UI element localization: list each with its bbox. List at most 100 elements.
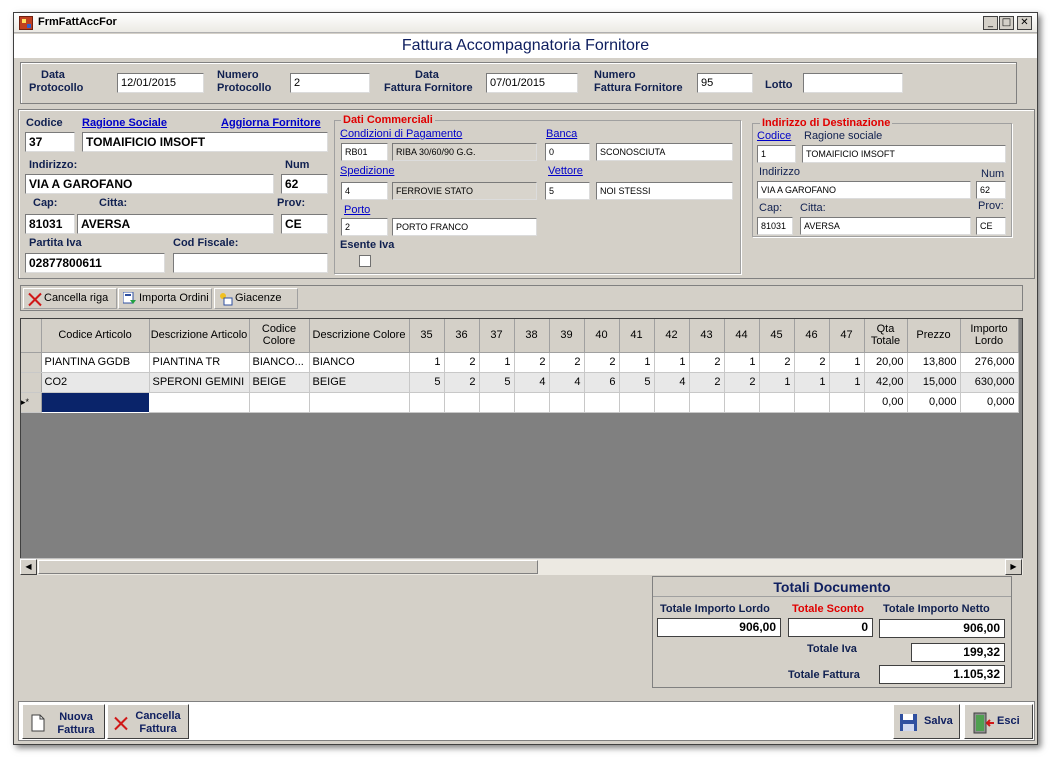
table-cell[interactable]: 13,800 <box>907 352 961 373</box>
table-cell[interactable]: 1 <box>829 372 865 393</box>
table-row[interactable]: CO2 SPERONI GEMINI BEIGE BEIGE 5 2 5 4 4 6 5 4 2 2 1 1 1… <box>21 372 1019 393</box>
column-header[interactable]: 40 <box>584 319 620 353</box>
table-cell[interactable]: PIANTINA GGDB <box>41 352 150 373</box>
data-protocollo-input[interactable]: 12/01/2015 <box>117 73 204 93</box>
table-cell[interactable]: 1 <box>619 352 655 373</box>
esente-iva-checkbox[interactable] <box>359 255 371 267</box>
row-header[interactable]: ▸* <box>21 392 42 413</box>
table-cell[interactable]: 1 <box>479 352 515 373</box>
table-cell[interactable]: 2 <box>584 352 620 373</box>
articles-grid[interactable]: Codice Articolo Descrizione Articolo Codic… <box>20 318 1023 575</box>
table-cell[interactable] <box>654 392 690 413</box>
table-cell[interactable]: 1 <box>654 352 690 373</box>
table-cell[interactable]: 4 <box>549 372 585 393</box>
cap-input[interactable]: 81031 <box>25 214 75 234</box>
column-header[interactable]: 36 <box>444 319 480 353</box>
table-row[interactable]: PIANTINA GGDB PIANTINA TR BIANCO... BIANCO 1… <box>21 352 1019 373</box>
table-cell[interactable]: 2 <box>444 352 480 373</box>
dest-codice-input[interactable]: 1 <box>757 145 796 163</box>
table-cell[interactable]: 0,00 <box>864 392 908 413</box>
table-cell[interactable]: BEIGE <box>249 372 310 393</box>
table-cell[interactable]: 15,000 <box>907 372 961 393</box>
table-cell[interactable] <box>40 391 150 413</box>
table-cell[interactable]: 5 <box>409 372 445 393</box>
table-cell[interactable] <box>249 392 310 413</box>
partita-iva-input[interactable]: 02877800611 <box>25 253 165 273</box>
banca-link[interactable]: Banca <box>546 128 577 140</box>
importa-ordini-button[interactable]: Importa Ordini <box>118 288 212 309</box>
nuova-fattura-button[interactable]: Nuova Fattura <box>22 704 105 739</box>
dest-prov-input[interactable]: CE <box>976 217 1006 235</box>
column-header[interactable]: 47 <box>829 319 865 353</box>
dest-ragione-input[interactable]: TOMAIFICIO IMSOFT <box>802 145 1006 163</box>
vettore-code-input[interactable]: 5 <box>545 182 590 200</box>
table-cell[interactable] <box>514 392 550 413</box>
table-cell[interactable]: 2 <box>689 352 725 373</box>
table-cell[interactable]: 6 <box>584 372 620 393</box>
cod-fiscale-input[interactable] <box>173 253 328 273</box>
column-header[interactable]: 37 <box>479 319 515 353</box>
column-header[interactable]: 45 <box>759 319 795 353</box>
table-cell[interactable]: BIANCO <box>309 352 410 373</box>
lotto-input[interactable] <box>803 73 903 93</box>
table-cell[interactable]: 2 <box>514 352 550 373</box>
dest-cap-input[interactable]: 81031 <box>757 217 793 235</box>
table-cell[interactable] <box>149 392 250 413</box>
table-cell[interactable]: 2 <box>689 372 725 393</box>
column-header[interactable]: Qta Totale <box>864 319 908 353</box>
numero-protocollo-input[interactable]: 2 <box>290 73 370 93</box>
table-cell[interactable]: 1 <box>794 372 830 393</box>
table-cell[interactable] <box>309 392 410 413</box>
codice-fornitore-input[interactable]: 37 <box>25 132 75 152</box>
table-cell[interactable] <box>829 392 865 413</box>
banca-code-input[interactable]: 0 <box>545 143 590 161</box>
column-header[interactable]: Codice Colore <box>249 319 310 353</box>
spedizione-link[interactable]: Spedizione <box>340 165 394 177</box>
horizontal-scrollbar[interactable]: ◀ ▶ <box>20 558 1023 575</box>
table-cell[interactable]: 0,000 <box>907 392 961 413</box>
table-cell[interactable]: 4 <box>514 372 550 393</box>
table-cell[interactable] <box>479 392 515 413</box>
table-cell[interactable]: 2 <box>444 372 480 393</box>
table-cell[interactable]: 5 <box>479 372 515 393</box>
cancella-fattura-button[interactable]: Cancella Fattura <box>107 704 189 739</box>
esci-button[interactable]: Esci <box>964 704 1033 739</box>
table-cell[interactable]: 2 <box>759 352 795 373</box>
table-cell[interactable]: 42,00 <box>864 372 908 393</box>
scroll-left-arrow-icon[interactable]: ◀ <box>20 559 37 575</box>
dest-codice-link[interactable]: Codice <box>757 130 791 142</box>
table-cell[interactable] <box>759 392 795 413</box>
table-cell[interactable]: 1 <box>724 352 760 373</box>
column-header[interactable]: 46 <box>794 319 830 353</box>
data-fattura-input[interactable]: 07/01/2015 <box>486 73 578 93</box>
column-header[interactable]: 35 <box>409 319 445 353</box>
column-header[interactable]: 38 <box>514 319 550 353</box>
cancella-riga-button[interactable]: Cancella riga <box>23 288 117 309</box>
maximize-button[interactable]: □ <box>999 16 1014 30</box>
column-header[interactable]: 39 <box>549 319 585 353</box>
minimize-button[interactable]: _ <box>983 16 998 30</box>
table-cell[interactable]: 276,000 <box>960 352 1019 373</box>
row-header[interactable] <box>21 352 42 373</box>
table-cell[interactable] <box>444 392 480 413</box>
table-cell[interactable] <box>724 392 760 413</box>
table-cell[interactable]: 2 <box>724 372 760 393</box>
scroll-thumb[interactable] <box>38 560 538 574</box>
numero-fattura-input[interactable]: 95 <box>697 73 753 93</box>
table-row[interactable]: ▸* 0,00 0,000 0,000 <box>21 391 1019 413</box>
ragione-sociale-input[interactable]: TOMAIFICIO IMSOFT <box>82 132 328 152</box>
column-header[interactable]: Descrizione Articolo <box>149 319 250 353</box>
table-cell[interactable]: CO2 <box>41 372 150 393</box>
close-button[interactable]: ✕ <box>1017 16 1032 30</box>
column-header[interactable]: 43 <box>689 319 725 353</box>
porto-link[interactable]: Porto <box>344 204 370 216</box>
porto-code-input[interactable]: 2 <box>341 218 388 236</box>
table-cell[interactable]: BIANCO... <box>249 352 310 373</box>
table-cell[interactable]: 630,000 <box>960 372 1019 393</box>
table-cell[interactable]: 2 <box>549 352 585 373</box>
table-cell[interactable]: PIANTINA TR <box>149 352 250 373</box>
table-cell[interactable]: SPERONI GEMINI <box>149 372 250 393</box>
table-cell[interactable]: 4 <box>654 372 690 393</box>
giacenze-button[interactable]: Giacenze <box>214 288 298 309</box>
column-header[interactable]: Importo Lordo <box>960 319 1019 353</box>
